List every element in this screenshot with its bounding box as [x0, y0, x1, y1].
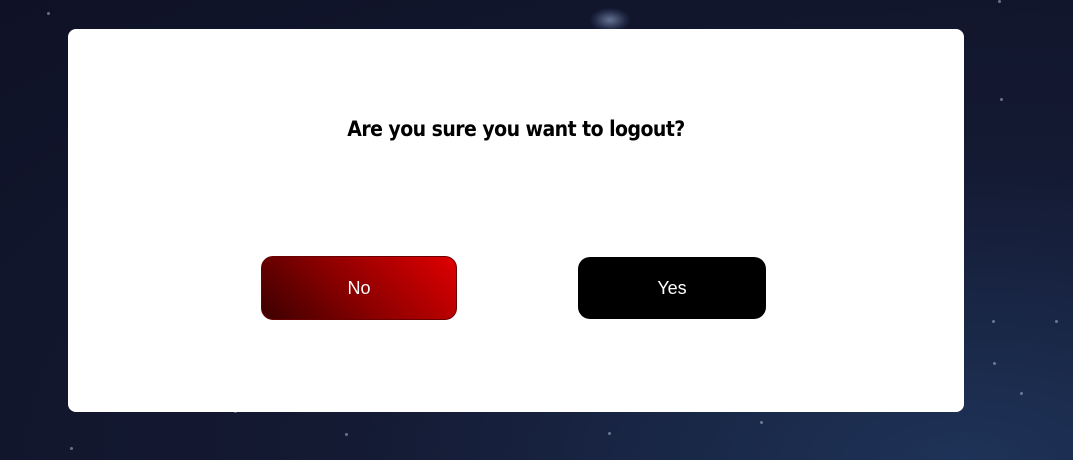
star — [760, 421, 763, 424]
star — [993, 362, 996, 365]
yes-button[interactable]: Yes — [578, 257, 766, 319]
dialog-message: Are you sure you want to logout? — [347, 117, 685, 141]
star — [1020, 392, 1023, 395]
star — [998, 0, 1001, 3]
star — [1055, 320, 1058, 323]
star — [70, 447, 73, 450]
logout-confirmation-dialog: Are you sure you want to logout? No Yes — [68, 29, 964, 412]
star — [608, 432, 611, 435]
star — [345, 433, 348, 436]
star — [47, 12, 50, 15]
star — [992, 320, 995, 323]
no-button[interactable]: No — [261, 256, 457, 320]
star — [1000, 98, 1003, 101]
